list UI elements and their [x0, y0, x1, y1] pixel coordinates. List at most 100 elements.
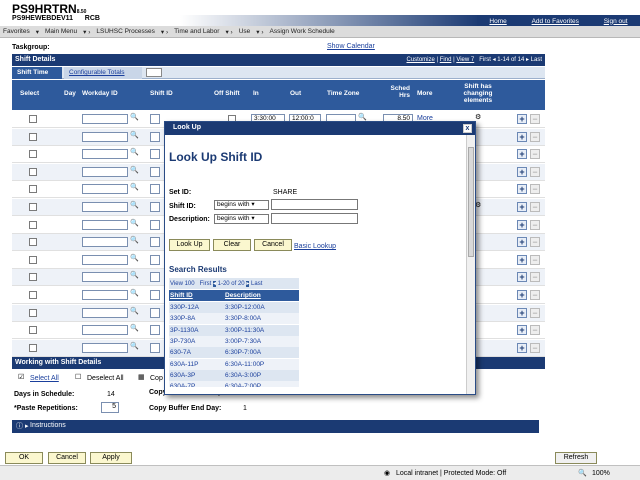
list-item[interactable]: 630-7A 6:30P-7:00A [169, 347, 299, 359]
result-shift-id[interactable]: 330P-8A [170, 315, 195, 322]
workday-id-input[interactable] [82, 219, 128, 230]
list-item[interactable]: 630A-7P 6:30A-7:00P [169, 381, 299, 387]
col-description-header[interactable]: Description [225, 292, 261, 299]
add-row-icon[interactable]: + [517, 237, 527, 248]
delete-row-icon[interactable]: − [530, 325, 540, 336]
shift-id-input[interactable] [150, 325, 160, 336]
workday-id-input[interactable] [82, 254, 128, 265]
delete-row-icon[interactable]: − [530, 114, 540, 124]
shift-id-input[interactable] [150, 131, 160, 142]
add-row-icon[interactable]: + [517, 307, 527, 318]
description-input[interactable] [271, 213, 358, 224]
basic-lookup-link[interactable]: Basic Lookup [294, 243, 336, 250]
search-icon[interactable]: 🔍 [130, 183, 139, 191]
add-row-icon[interactable]: + [517, 149, 527, 160]
show-all-columns-icon[interactable] [146, 68, 162, 77]
apply-button[interactable]: Apply [90, 452, 132, 464]
view-all-link[interactable]: View 100 [170, 281, 195, 287]
crumb-main-menu[interactable]: Main Menu [45, 28, 77, 35]
shift-id-input[interactable] [150, 219, 160, 230]
result-description[interactable]: 6:30A-3:00P [225, 372, 261, 379]
add-row-icon[interactable]: + [517, 114, 527, 124]
shift-id-input[interactable] [150, 202, 160, 212]
result-shift-id[interactable]: 330P-12A [170, 304, 199, 311]
zoom-level[interactable]: 100% [592, 470, 610, 477]
add-row-icon[interactable]: + [517, 202, 527, 212]
search-icon[interactable]: 🔍 [130, 201, 139, 209]
add-row-icon[interactable]: + [517, 254, 527, 265]
dialog-scrollbar[interactable] [466, 135, 475, 394]
shift-id-input[interactable] [150, 290, 160, 300]
search-icon[interactable]: 🔍 [130, 271, 139, 279]
workday-id-input[interactable] [82, 149, 128, 160]
copy-icon[interactable]: ▦ [138, 373, 145, 381]
shift-id-input[interactable] [271, 199, 358, 210]
workday-id-input[interactable] [82, 114, 128, 124]
search-icon[interactable]: 🔍 [130, 148, 139, 156]
delete-row-icon[interactable]: − [530, 290, 540, 300]
add-favorites-link[interactable]: Add to Favorites [532, 18, 579, 25]
delete-row-icon[interactable]: − [530, 149, 540, 160]
list-item[interactable]: 330P-12A 3:30P-12:00A [169, 302, 299, 313]
search-icon[interactable]: 🔍 [130, 166, 139, 174]
workday-id-input[interactable] [82, 342, 128, 353]
search-icon[interactable]: 🔍 [130, 324, 139, 332]
search-icon[interactable]: 🔍 [130, 131, 139, 139]
deselect-all-icon[interactable]: ☐ [75, 373, 81, 381]
crumb-lsuhsc[interactable]: LSUHSC Processes [96, 28, 155, 35]
add-row-icon[interactable]: + [517, 131, 527, 142]
workday-id-input[interactable] [82, 131, 128, 142]
result-description[interactable]: 3:30P-8:00A [225, 315, 261, 322]
prev-icon[interactable]: ◂ [212, 281, 216, 287]
crumb-time-labor[interactable]: Time and Labor [174, 28, 219, 35]
shift-id-input[interactable] [150, 149, 160, 160]
result-description[interactable]: 3:00P-7:30A [225, 338, 261, 345]
instructions-bar[interactable]: ⓘ ▸ Instructions [12, 420, 539, 433]
list-item[interactable]: 3P-1130A 3:00P-11:30A [169, 324, 299, 336]
scrollbar-thumb[interactable] [468, 147, 474, 257]
refresh-button[interactable]: Refresh [555, 452, 597, 464]
result-description[interactable]: 3:00P-11:30A [225, 327, 264, 334]
delete-row-icon[interactable]: − [530, 254, 540, 265]
shift-id-input[interactable] [150, 254, 160, 265]
delete-row-icon[interactable]: − [530, 342, 540, 353]
select-all-checkbox-icon[interactable]: ☑ [18, 373, 24, 381]
customize-link[interactable]: Customize [406, 57, 434, 63]
copy-link[interactable]: Cop [150, 375, 163, 382]
crumb-assign[interactable]: Assign Work Schedule [269, 28, 334, 35]
search-icon[interactable]: 🔍 [358, 113, 367, 121]
search-icon[interactable]: 🔍 [130, 219, 139, 227]
select-all-link[interactable]: Select All [30, 375, 59, 382]
tab-configurable-totals[interactable]: Configurable Totals [64, 67, 142, 79]
tab-shift-time[interactable]: Shift Time [12, 67, 62, 79]
delete-row-icon[interactable]: − [530, 131, 540, 142]
add-row-icon[interactable]: + [517, 290, 527, 300]
crumb-favorites[interactable]: Favorites [3, 28, 30, 35]
ok-button[interactable]: OK [5, 452, 43, 464]
cancel-button[interactable]: Cancel [48, 452, 86, 464]
search-icon[interactable]: 🔍 [130, 307, 139, 315]
add-row-icon[interactable]: + [517, 219, 527, 230]
list-item[interactable]: 330P-8A 3:30P-8:00A [169, 313, 299, 325]
result-shift-id[interactable]: 630A-11P [170, 361, 198, 368]
paste-repetitions-input[interactable]: 5 [101, 402, 119, 413]
changing-icon[interactable]: ⚙ [475, 113, 481, 121]
result-shift-id[interactable]: 630A-3P [170, 372, 195, 379]
workday-id-input[interactable] [82, 166, 128, 177]
result-description[interactable]: 6:30A-7:00P [225, 383, 261, 387]
delete-row-icon[interactable]: − [530, 166, 540, 177]
shift-id-input[interactable] [150, 114, 160, 124]
crumb-use[interactable]: Use [239, 28, 251, 35]
delete-row-icon[interactable]: − [530, 272, 540, 283]
shift-id-input[interactable] [150, 342, 160, 353]
delete-row-icon[interactable]: − [530, 307, 540, 318]
search-icon[interactable]: 🔍 [130, 254, 139, 262]
delete-row-icon[interactable]: − [530, 219, 540, 230]
view-link[interactable]: View 7 [456, 57, 474, 63]
shift-id-input[interactable] [150, 166, 160, 177]
result-shift-id[interactable]: 630-7A [170, 349, 191, 356]
deselect-all-link[interactable]: Deselect All [87, 375, 124, 382]
shift-id-operator-select[interactable]: begins with ▾ [214, 200, 269, 210]
workday-id-input[interactable] [82, 202, 128, 212]
add-row-icon[interactable]: + [517, 184, 527, 195]
